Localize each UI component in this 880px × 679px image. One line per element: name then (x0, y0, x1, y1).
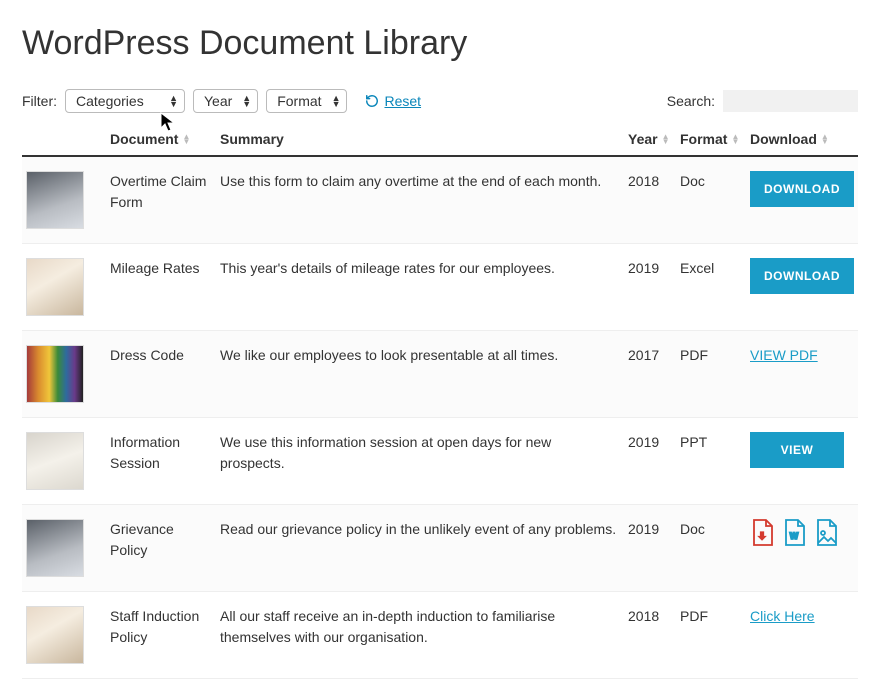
document-format: PPT (680, 432, 750, 453)
table-row: Dress CodeWe like our employees to look … (22, 331, 858, 418)
table-header: Document ▲▼ Summary Year ▲▼ Format ▲▼ Do… (22, 123, 858, 157)
document-name[interactable]: Dress Code (110, 345, 220, 366)
document-name[interactable]: Grievance Policy (110, 519, 220, 561)
select-arrows-icon: ▲▼ (332, 95, 341, 107)
document-summary: Use this form to claim any overtime at t… (220, 171, 628, 192)
word-file-icon[interactable]: W (782, 519, 806, 547)
column-header-format[interactable]: Format ▲▼ (680, 131, 750, 147)
page-title: WordPress Document Library (22, 24, 858, 63)
sort-icon: ▲▼ (731, 134, 739, 144)
download-link[interactable]: VIEW PDF (750, 347, 818, 363)
svg-text:⬇: ⬇ (758, 531, 766, 541)
document-name[interactable]: Staff Induction Policy (110, 606, 220, 648)
document-thumbnail[interactable] (26, 432, 84, 490)
document-year: 2018 (628, 171, 680, 192)
filter-bar: Filter: Categories ▲▼ Year ▲▼ Format ▲▼ … (22, 89, 858, 113)
document-name[interactable]: Information Session (110, 432, 220, 474)
document-format: Doc (680, 519, 750, 540)
download-button[interactable]: DOWNLOAD (750, 171, 854, 207)
reset-label: Reset (384, 93, 421, 109)
download-button[interactable]: VIEW (750, 432, 844, 468)
document-thumbnail[interactable] (26, 345, 84, 403)
table-row: Overtime Claim FormUse this form to clai… (22, 157, 858, 244)
sort-icon: ▲▼ (821, 134, 829, 144)
table-body: Overtime Claim FormUse this form to clai… (22, 157, 858, 679)
categories-select-label: Categories (76, 93, 144, 109)
document-name[interactable]: Mileage Rates (110, 258, 220, 279)
document-format: PDF (680, 345, 750, 366)
document-name[interactable]: Overtime Claim Form (110, 171, 220, 213)
sort-icon: ▲▼ (662, 134, 670, 144)
reset-link[interactable]: Reset (365, 93, 421, 109)
document-year: 2019 (628, 432, 680, 453)
column-header-document[interactable]: Document ▲▼ (110, 131, 220, 147)
sort-icon: ▲▼ (182, 134, 190, 144)
search-input[interactable] (723, 90, 858, 112)
document-download-cell: Click Here (750, 606, 858, 627)
image-file-icon[interactable] (814, 519, 838, 547)
download-link[interactable]: Click Here (750, 608, 815, 624)
column-header-year[interactable]: Year ▲▼ (628, 131, 680, 147)
search-label: Search: (667, 93, 715, 109)
document-format: Doc (680, 171, 750, 192)
year-select-label: Year (204, 93, 232, 109)
categories-select[interactable]: Categories ▲▼ (65, 89, 185, 113)
document-format: PDF (680, 606, 750, 627)
document-summary: We use this information session at open … (220, 432, 628, 474)
document-summary: Read our grievance policy in the unlikel… (220, 519, 628, 540)
year-select[interactable]: Year ▲▼ (193, 89, 258, 113)
format-select[interactable]: Format ▲▼ (266, 89, 347, 113)
reset-icon (365, 94, 379, 108)
document-thumbnail[interactable] (26, 519, 84, 577)
column-header-summary[interactable]: Summary (220, 131, 628, 147)
table-row: Grievance PolicyRead our grievance polic… (22, 505, 858, 592)
table-row: Mileage RatesThis year's details of mile… (22, 244, 858, 331)
svg-text:W: W (790, 531, 799, 541)
document-download-cell: DOWNLOAD (750, 171, 858, 207)
document-year: 2019 (628, 519, 680, 540)
document-download-cell: ⬇W (750, 519, 858, 547)
document-download-cell: VIEW PDF (750, 345, 858, 366)
document-format: Excel (680, 258, 750, 279)
document-summary: This year's details of mileage rates for… (220, 258, 628, 279)
table-row: Staff Induction PolicyAll our staff rece… (22, 592, 858, 679)
select-arrows-icon: ▲▼ (242, 95, 251, 107)
document-download-cell: VIEW (750, 432, 858, 468)
document-summary: All our staff receive an in-depth induct… (220, 606, 628, 648)
download-button[interactable]: DOWNLOAD (750, 258, 854, 294)
document-thumbnail[interactable] (26, 171, 84, 229)
document-thumbnail[interactable] (26, 606, 84, 664)
document-summary: We like our employees to look presentabl… (220, 345, 628, 366)
table-row: Information SessionWe use this informati… (22, 418, 858, 505)
filter-label: Filter: (22, 93, 57, 109)
document-year: 2019 (628, 258, 680, 279)
column-header-download[interactable]: Download ▲▼ (750, 131, 858, 147)
format-select-label: Format (277, 93, 321, 109)
document-year: 2017 (628, 345, 680, 366)
document-year: 2018 (628, 606, 680, 627)
document-download-cell: DOWNLOAD (750, 258, 858, 294)
pdf-file-icon[interactable]: ⬇ (750, 519, 774, 547)
select-arrows-icon: ▲▼ (169, 95, 178, 107)
document-thumbnail[interactable] (26, 258, 84, 316)
